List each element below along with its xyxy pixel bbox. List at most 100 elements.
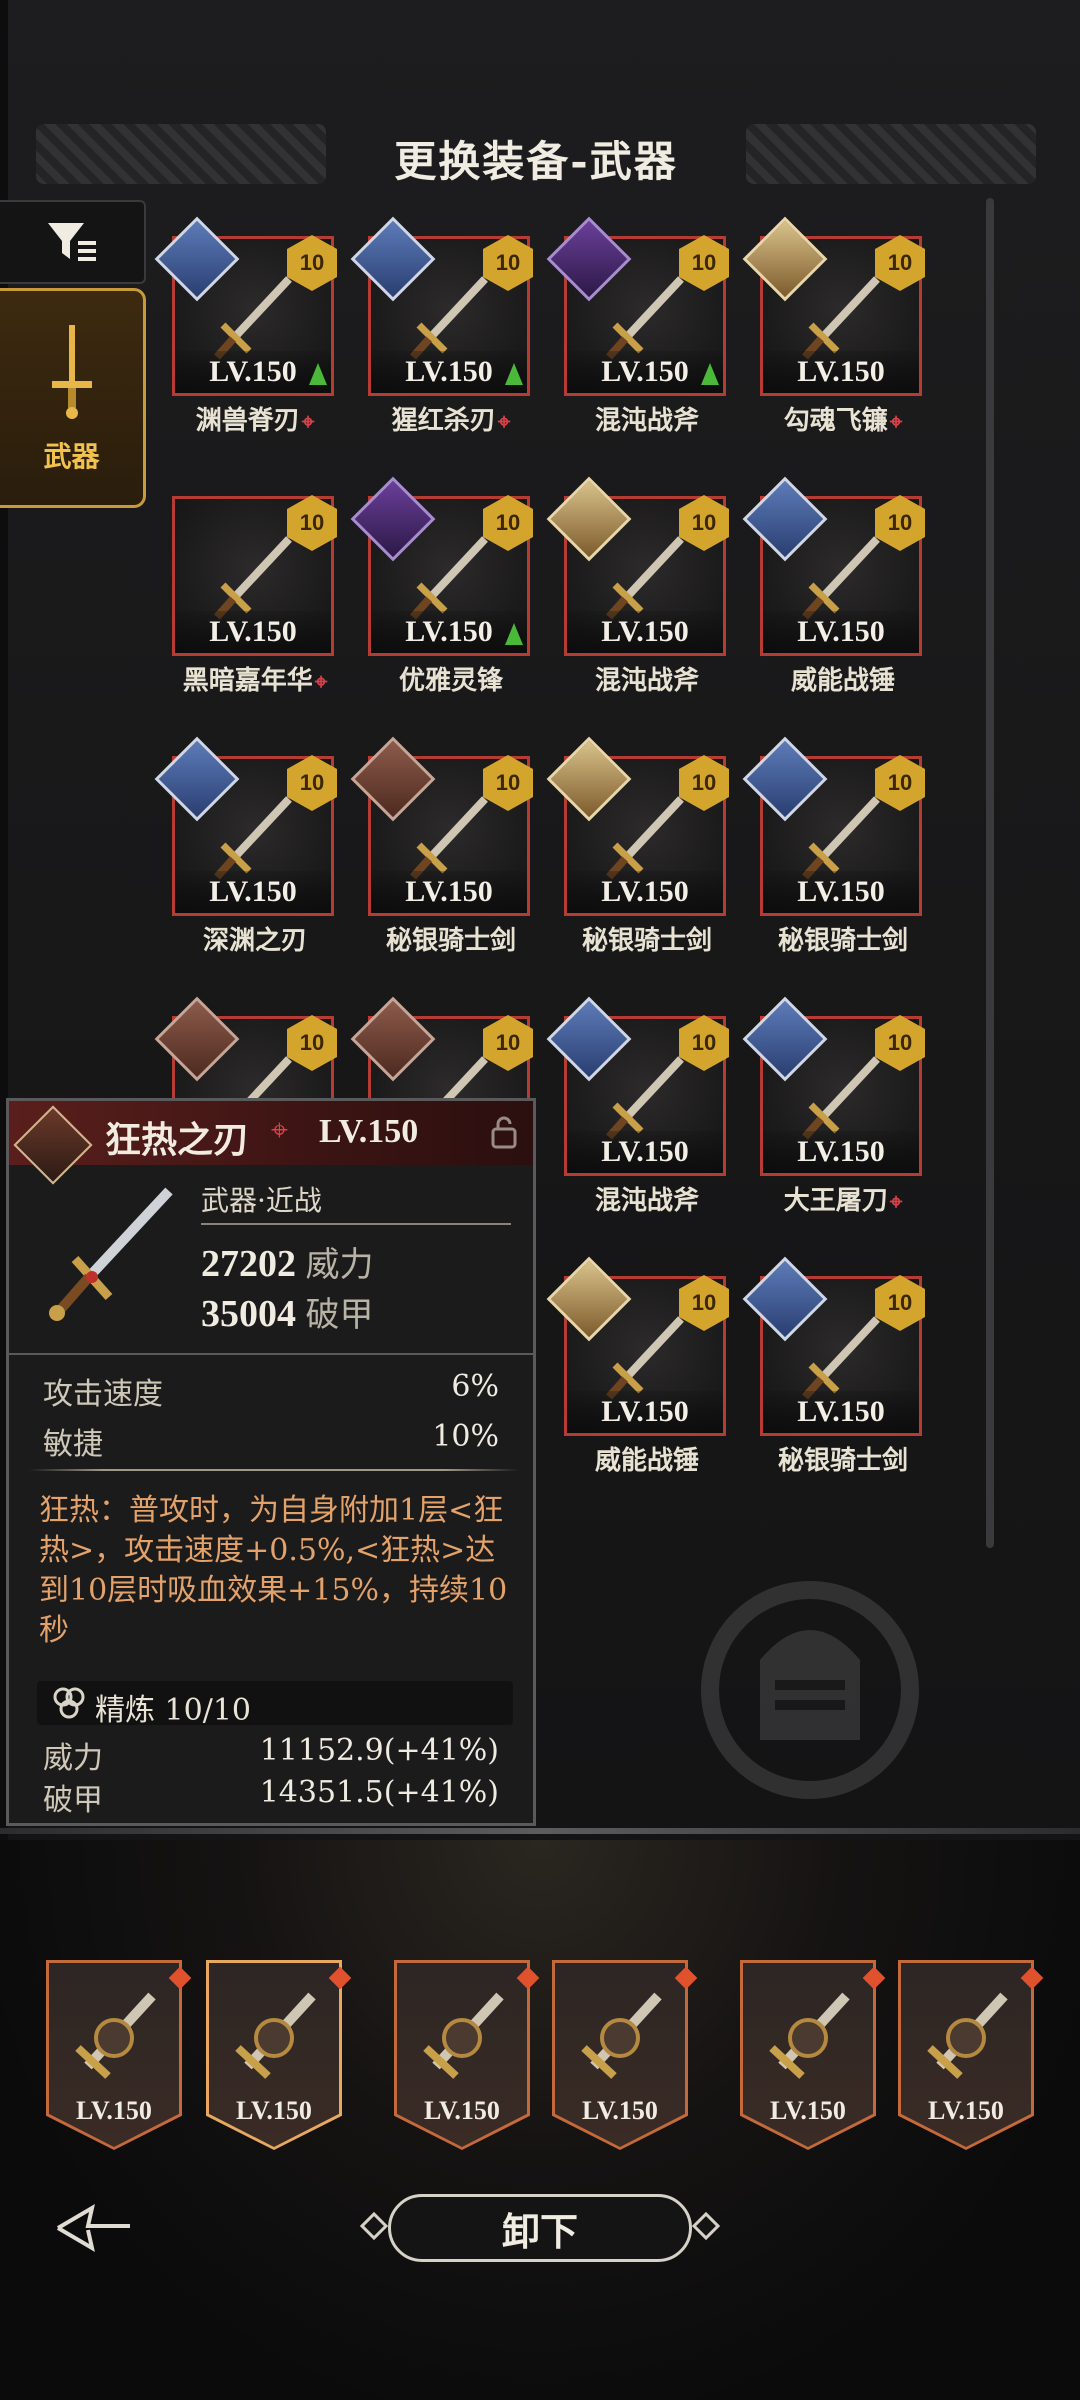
slot-level: LV.150 <box>76 2096 152 2125</box>
upgrade-arrow-icon <box>505 623 523 645</box>
weapon-name: 混沌战斧 <box>542 660 752 697</box>
refine-label: 精炼 10/10 <box>95 1693 251 1728</box>
weapon-card-frame: LV.150 10 <box>350 736 533 916</box>
knight-helmet-emblem <box>650 1570 970 1810</box>
weapon-card-frame: LV.150 10 <box>350 216 533 396</box>
lock-icon[interactable] <box>489 1115 519 1149</box>
attack-speed-label: 攻击速度 <box>43 1377 163 1412</box>
refine-power-value: 11152.9(+41%) <box>259 1733 499 1768</box>
weapon-card-frame: LV.150 10 <box>172 495 337 656</box>
ornament-diamond-left <box>359 2211 389 2241</box>
refine-bar: 精炼 10/10 <box>37 1681 513 1728</box>
filter-icon <box>48 223 96 261</box>
slot-level: LV.150 <box>582 2096 658 2125</box>
sword-icon <box>51 325 92 419</box>
weapon-name-text: 威能战锤 <box>790 666 895 696</box>
star-count: 10 <box>691 1290 717 1315</box>
star-count: 10 <box>299 250 325 275</box>
upgrade-arrow-icon <box>505 363 523 385</box>
agility-label: 敏捷 <box>43 1427 103 1462</box>
tab-weapon[interactable]: 武器 <box>0 288 146 508</box>
filter-button[interactable] <box>0 200 146 284</box>
power-stat: 27202 威力 <box>201 1237 374 1286</box>
back-arrow-icon[interactable] <box>52 2196 136 2260</box>
star-count: 10 <box>495 250 521 275</box>
equipped-slot-chest[interactable]: LV.150 <box>552 1960 698 2150</box>
agility-row: 敏捷 10% <box>43 1419 499 1463</box>
item-level: LV.150 <box>371 611 527 653</box>
item-level: LV.150 <box>763 871 919 913</box>
weapon-card-frame: LV.150 10 <box>742 476 925 656</box>
weapon-name: 勾魂飞镰⌖ <box>738 400 948 437</box>
weapon-name: 混沌战斧 <box>542 1180 752 1217</box>
power-label: 威力 <box>305 1245 374 1285</box>
weapon-card-frame: LV.150 10 <box>154 736 337 916</box>
item-level: LV.150 <box>567 871 723 913</box>
special-marker-icon: ⌖ <box>314 669 328 695</box>
equipped-slot-armor[interactable]: LV.150 <box>394 1960 540 2150</box>
weapon-name: 秘银骑士剑 <box>738 920 948 957</box>
armor-break-label: 破甲 <box>305 1295 374 1335</box>
star-count: 10 <box>495 510 521 535</box>
weapon-name-text: 渊兽脊刃 <box>195 406 300 436</box>
star-count: 10 <box>887 770 913 795</box>
weapon-card-frame: LV.150 10 <box>742 996 925 1176</box>
weapon-name: 黑暗嘉年华⌖ <box>150 660 360 697</box>
unequip-pill[interactable]: 卸下 <box>388 2194 692 2262</box>
slot-level: LV.150 <box>236 2096 312 2125</box>
hammer-icon <box>75 1992 156 2079</box>
weapon-card-frame: LV.150 10 <box>154 216 337 396</box>
scrollbar[interactable] <box>986 198 994 1548</box>
item-level: LV.150 <box>763 351 919 393</box>
sword-icon <box>235 1992 316 2079</box>
star-count: 10 <box>691 1030 717 1055</box>
equipped-slot-axe[interactable]: LV.150 <box>898 1960 1044 2150</box>
special-marker-icon: ⌖ <box>497 409 511 435</box>
panel-frame <box>0 1828 1080 1834</box>
weapon-name-text: 大王屠刀 <box>783 1186 888 1216</box>
detail-level: LV.150 <box>319 1113 419 1150</box>
star-count: 10 <box>495 1030 521 1055</box>
weapon-name-text: 猩红杀刃 <box>391 406 496 436</box>
item-level: LV.150 <box>763 1131 919 1173</box>
slot-level: LV.150 <box>770 2096 846 2125</box>
type-divider <box>201 1223 511 1225</box>
weapon-name-text: 秘银骑士剑 <box>777 1446 908 1476</box>
item-level: LV.150 <box>175 871 331 913</box>
weapon-type: 武器·近战 <box>201 1184 322 1217</box>
ornament-divider <box>29 1469 519 1471</box>
upgrade-arrow-icon <box>701 363 719 385</box>
weapon-name: 混沌战斧 <box>542 400 752 437</box>
equipped-slot-sword[interactable]: LV.150 <box>206 1960 352 2150</box>
equipped-slot-hammer[interactable]: LV.150 <box>46 1960 192 2150</box>
weapon-name-text: 深渊之刃 <box>202 926 307 956</box>
page-title: 更换装备-武器 <box>394 137 678 186</box>
item-level: LV.150 <box>567 611 723 653</box>
weapon-name: 威能战锤 <box>738 660 948 697</box>
equipped-slot-ring[interactable]: LV.150 <box>740 1960 886 2150</box>
weapon-card-frame: LV.150 10 <box>742 216 925 396</box>
weapon-name-text: 秘银骑士剑 <box>385 926 516 956</box>
weapon-card-frame: LV.150 10 <box>546 736 729 916</box>
refine-power-label: 威力 <box>43 1741 103 1776</box>
item-level: LV.150 <box>175 351 331 393</box>
slot-level: LV.150 <box>928 2096 1004 2125</box>
weapon-card-frame: LV.150 10 <box>546 216 729 396</box>
weapon-sword-image <box>49 1187 173 1321</box>
weapon-name-text: 秘银骑士剑 <box>581 926 712 956</box>
refine-armor-label: 破甲 <box>43 1783 103 1818</box>
star-count: 10 <box>299 1030 325 1055</box>
star-count: 10 <box>691 510 717 535</box>
item-level: LV.150 <box>567 351 723 393</box>
detail-header: 狂热之刃 ⌖ LV.150 <box>9 1101 533 1185</box>
weapon-name: 优雅灵锋 <box>346 660 556 697</box>
unequip-button[interactable]: 卸下 <box>359 2190 721 2266</box>
slot-level: LV.150 <box>424 2096 500 2125</box>
weapon-name-text: 勾魂飞镰 <box>783 406 888 436</box>
star-count: 10 <box>887 510 913 535</box>
armor-icon <box>423 1992 504 2079</box>
weapon-name-text: 混沌战斧 <box>594 1186 699 1216</box>
weapon-name-text: 优雅灵锋 <box>398 666 503 696</box>
weapon-card-frame: LV.150 10 <box>350 476 533 656</box>
refine-power-row: 威力 11152.9(+41%) <box>43 1733 499 1777</box>
